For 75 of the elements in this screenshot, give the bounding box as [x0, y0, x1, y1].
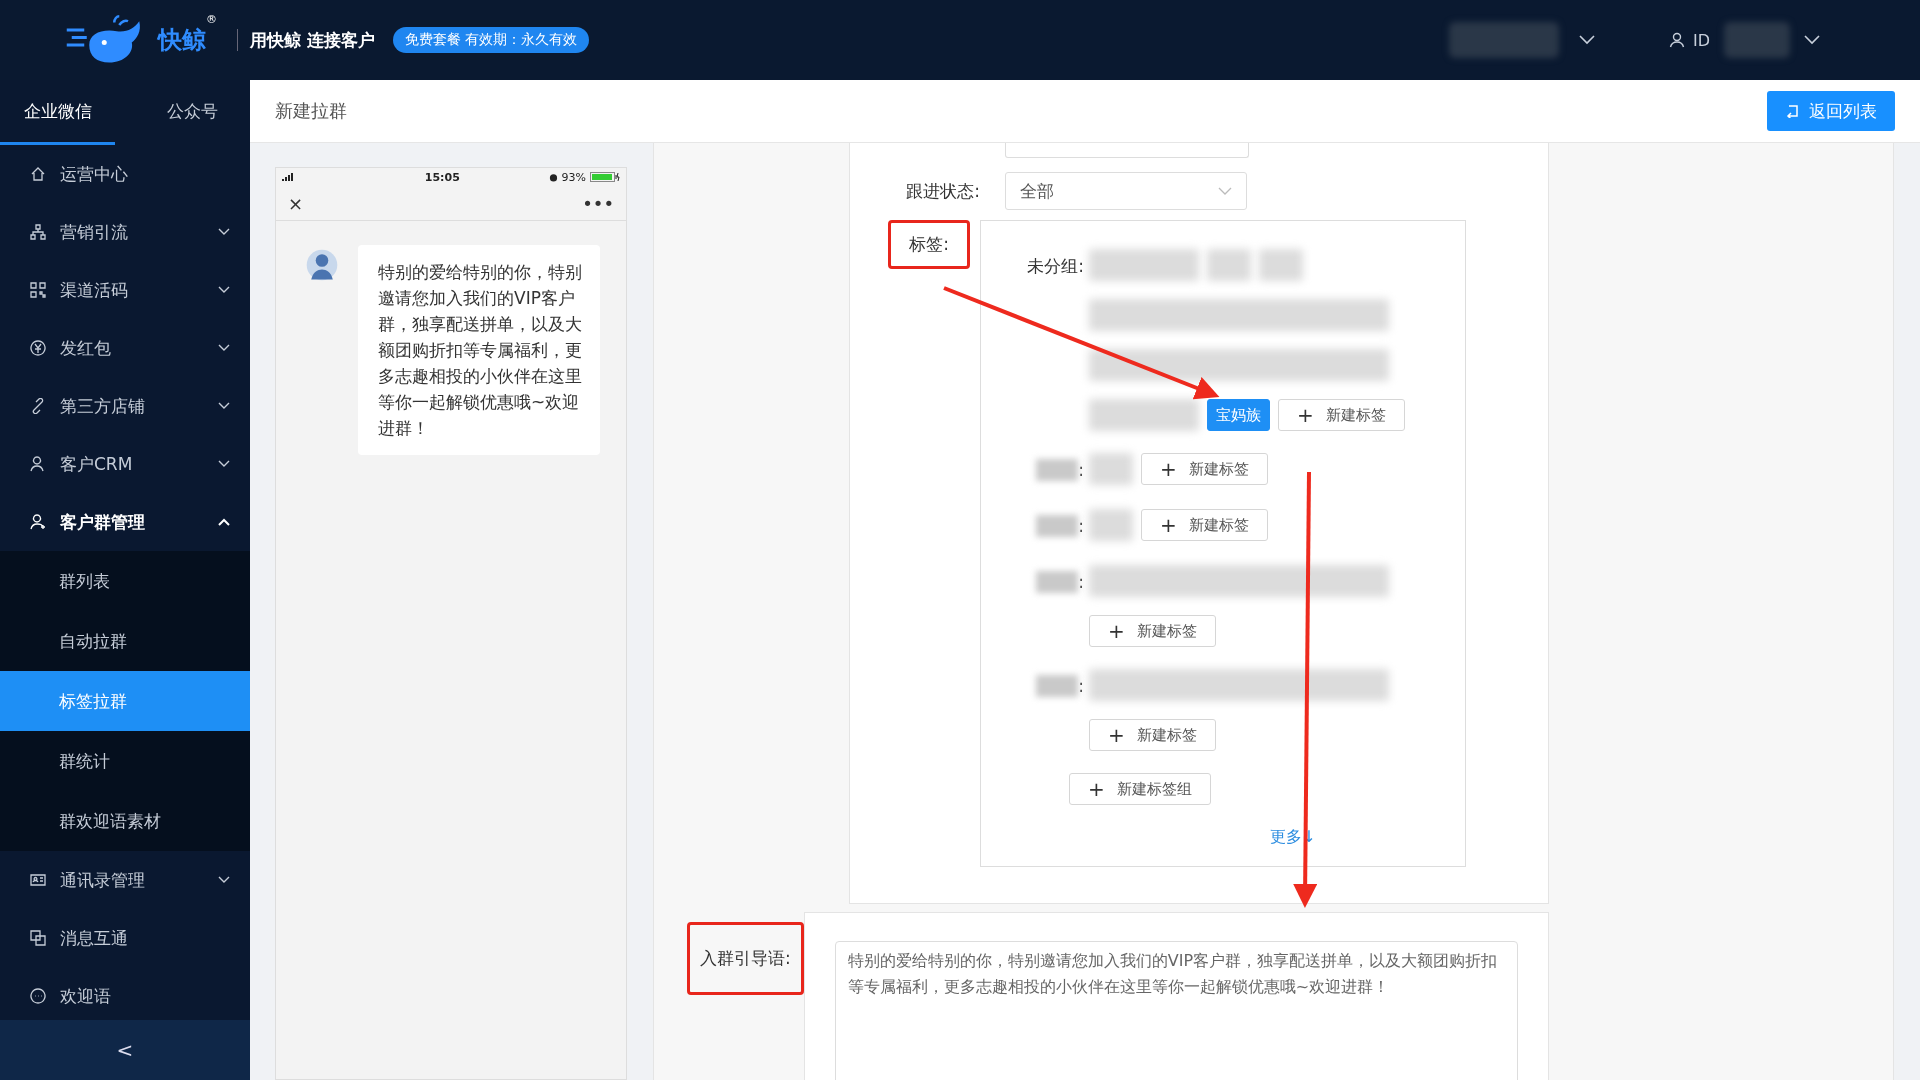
intro-text-field[interactable]: 特别的爱给特别的你，特别邀请您加入我们的VIP客户群，独享配送拼单，以及大额团购折扣等专属福利，更多志趣相投的小伙伴在这里等你一起解锁优惠哦~欢迎进群！ [834, 941, 1518, 1080]
page-title: 新建拉群 [275, 99, 347, 123]
follow-status-select[interactable]: 全部 [1005, 172, 1247, 210]
new-tag-button[interactable]: + 新建标签 [1089, 719, 1216, 751]
user-icon [30, 456, 46, 472]
chevron-down-icon[interactable] [1804, 35, 1820, 45]
tag-group-label: : [1078, 676, 1084, 696]
yen-coin-icon [30, 340, 46, 356]
submenu-item[interactable]: 群列表 [0, 551, 250, 611]
more-button[interactable]: ••• [582, 192, 614, 214]
sidebar-tab[interactable]: 公众号 [135, 80, 250, 145]
new-tag-button[interactable]: + 新建标签 [1141, 509, 1268, 541]
menu-item[interactable]: 消息互通 [0, 909, 250, 967]
tags-label: 标签: [888, 220, 970, 269]
tag-group-label: : [1078, 460, 1084, 480]
chat-icon [30, 988, 46, 1004]
chevron-down-icon [1218, 187, 1232, 195]
chevron-down-icon [218, 402, 230, 410]
return-icon [1785, 104, 1799, 118]
message-bubble: 特别的爱给特别的你，特别邀请您加入我们的VIP客户群，独享配送拼单，以及大额团购折扣等专属福利，更多志趣相投的小伙伴在这里等你一起解锁优惠哦~欢迎进群！ [358, 245, 600, 455]
chevron-up-icon [218, 518, 230, 526]
menu-item[interactable]: 营销引流 [0, 203, 250, 261]
menu-item[interactable]: 客户CRM [0, 435, 250, 493]
new-tag-button[interactable]: + 新建标签 [1089, 615, 1216, 647]
link-icon [30, 398, 46, 414]
intro-label: 入群引导语: [687, 922, 804, 995]
select-field[interactable] [1005, 143, 1249, 158]
chevron-down-icon [218, 876, 230, 884]
status-time: 15:05 [423, 170, 460, 184]
tag-group-label: : [1078, 516, 1084, 536]
redacted-tag[interactable] [1089, 349, 1389, 381]
new-tag-button[interactable]: + 新建标签 [1278, 399, 1405, 431]
collapse-sidebar-button[interactable]: < [0, 1020, 250, 1080]
menu-item[interactable]: 客户群管理 [0, 493, 250, 551]
contact-card-icon [30, 872, 46, 888]
redacted-group-name [1036, 459, 1079, 481]
menu-item[interactable]: 通讯录管理 [0, 851, 250, 909]
chevron-down-icon[interactable] [1578, 35, 1595, 45]
submenu-item[interactable]: 群统计 [0, 731, 250, 791]
menu-item[interactable]: 欢迎语 [0, 967, 250, 1020]
users-icon [30, 514, 46, 530]
menu-item[interactable]: 运营中心 [0, 145, 250, 203]
new-tag-button[interactable]: + 新建标签 [1141, 453, 1268, 485]
submenu-item[interactable]: 自动拉群 [0, 611, 250, 671]
chevron-down-icon [218, 228, 230, 236]
submenu-item[interactable]: 群欢迎语素材 [0, 791, 250, 851]
redacted-group-name [1036, 571, 1079, 593]
redacted-group-name [1036, 515, 1079, 537]
menu-item[interactable]: 第三方店铺 [0, 377, 250, 435]
brand-name: 快鲸 [158, 25, 206, 56]
home-icon [30, 166, 46, 182]
user-icon [1668, 32, 1685, 48]
battery-percent: 93% [561, 170, 586, 184]
tag-group-label: : [1078, 572, 1084, 592]
sidebar-tab[interactable]: 企业微信 [0, 80, 115, 145]
chevron-down-icon [218, 286, 230, 294]
new-tag-group-button[interactable]: + 新建标签组 [1069, 773, 1211, 805]
user-id-label: ID [1692, 30, 1710, 50]
close-button[interactable]: × [288, 192, 304, 214]
copy-icon [30, 930, 46, 946]
menu-item[interactable]: 渠道活码 [0, 261, 250, 319]
chevron-down-icon [218, 460, 230, 468]
follow-status-label: 跟进状态: [905, 179, 981, 203]
menu-item[interactable]: 发红包 [0, 319, 250, 377]
tag-group-label: 未分组: [1027, 254, 1084, 278]
qr-code-icon [30, 282, 46, 298]
battery-icon [590, 172, 620, 182]
chevron-down-icon [218, 344, 230, 352]
redacted-group-name [1036, 675, 1079, 697]
plan-badge: 免费套餐 有效期：永久有效 [392, 27, 590, 53]
sitemap-icon [30, 224, 46, 240]
redacted-user-id [1724, 22, 1790, 58]
slogan: 用快鲸 连接客户 [237, 29, 375, 51]
registered-mark: ® [206, 13, 217, 26]
signal-icon [282, 173, 296, 181]
